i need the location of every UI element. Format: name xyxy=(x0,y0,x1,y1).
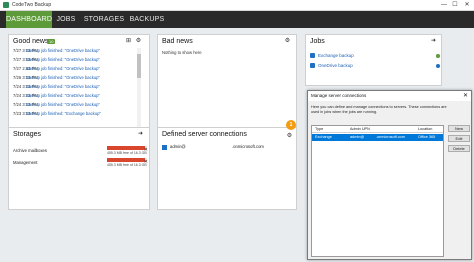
edit-button[interactable]: Edit xyxy=(448,135,470,142)
new-button[interactable]: New xyxy=(448,125,470,132)
job-status-indicator xyxy=(436,63,440,68)
good-news-count-badge: 10 xyxy=(47,39,56,44)
connections-grid[interactable]: Type Admin UPN Location Exchange admin@ … xyxy=(311,125,444,257)
bad-news-title: Bad news xyxy=(162,38,193,45)
job-status-indicator xyxy=(436,53,440,58)
column-admin-upn[interactable]: Admin UPN xyxy=(350,126,370,133)
good-news-scrollbar[interactable] xyxy=(137,48,141,130)
delete-button[interactable]: Delete xyxy=(448,145,470,152)
news-item[interactable]: 7/24 3:13 PM Backup job finished: "OneDr… xyxy=(13,92,141,100)
server-connections-panel: Defined server connections ⚙ admin@ .onm… xyxy=(157,127,297,210)
close-button[interactable]: ✕ xyxy=(462,1,472,9)
settings-gear-icon[interactable]: ⚙ xyxy=(284,38,291,45)
storage-item[interactable]: Management 455.3 MB free of 16.3 GB ✕ xyxy=(13,158,148,168)
settings-gear-icon[interactable]: ⚙ xyxy=(286,133,293,140)
news-item[interactable]: 7/24 3:13 PM Backup job finished: "OneDr… xyxy=(13,83,141,91)
main-navbar: DASHBOARD JOBS STORAGES BACKUPS xyxy=(0,11,474,28)
table-row[interactable]: Exchange admin@ .onmicrosoft.com Office … xyxy=(312,134,443,141)
onedrive-icon xyxy=(310,63,315,68)
app-logo-icon xyxy=(3,2,9,8)
job-item[interactable]: OneDrive backup xyxy=(310,61,440,70)
bad-news-empty-text: Nothing to show here xyxy=(162,50,202,55)
jobs-title: Jobs xyxy=(310,38,325,45)
tab-backups[interactable]: BACKUPS xyxy=(129,11,165,28)
tab-storages[interactable]: STORAGES xyxy=(83,11,125,28)
dismiss-icon[interactable]: ✕ xyxy=(144,147,148,153)
good-news-panel: Good news 10 ⊞ ⚙ 7/27 3:13 PM Backup job… xyxy=(8,34,150,131)
connection-item[interactable]: admin@ .onmicrosoft.com xyxy=(162,143,298,151)
clear-all-icon[interactable]: ⊞ xyxy=(125,38,132,45)
callout-badge: 1 xyxy=(286,120,296,130)
scrollbar-thumb[interactable] xyxy=(137,54,141,78)
window-title: CodeTwo Backup xyxy=(12,2,52,8)
maximize-button[interactable]: ☐ xyxy=(450,1,460,9)
news-item[interactable]: 7/26 3:13 PM Backup job finished: "OneDr… xyxy=(13,74,141,82)
minimize-button[interactable]: — xyxy=(439,1,449,9)
go-to-storages-arrow-icon[interactable]: ➜ xyxy=(137,131,144,138)
tab-dashboard[interactable]: DASHBOARD xyxy=(6,11,52,28)
dismiss-icon[interactable]: ✕ xyxy=(144,159,148,165)
go-to-jobs-arrow-icon[interactable]: ➜ xyxy=(430,38,437,45)
dialog-titlebar: Manage server connections ✕ xyxy=(308,91,471,101)
news-item[interactable]: 7/24 3:13 PM Backup job finished: "OneDr… xyxy=(13,101,141,109)
column-location[interactable]: Location xyxy=(418,126,432,133)
exchange-icon xyxy=(310,53,315,58)
dialog-close-icon[interactable]: ✕ xyxy=(463,92,468,99)
dialog-description: Here you can define and manage connectio… xyxy=(311,105,447,114)
server-connections-title: Defined server connections xyxy=(162,131,247,138)
bad-news-panel: Bad news ⚙ Nothing to show here xyxy=(157,34,297,131)
storage-item[interactable]: Archive mailboxes 455.3 MB free of 16.3 … xyxy=(13,146,148,156)
window-titlebar: CodeTwo Backup — ☐ ✕ xyxy=(0,0,474,11)
grid-header: Type Admin UPN Location xyxy=(312,126,443,133)
dialog-title: Manage server connections xyxy=(311,93,367,98)
tab-jobs[interactable]: JOBS xyxy=(54,11,78,28)
exchange-icon xyxy=(162,144,167,150)
storage-usage-bar xyxy=(107,158,147,162)
storage-usage-bar xyxy=(107,146,147,150)
job-item[interactable]: Exchange backup xyxy=(310,51,440,60)
column-type[interactable]: Type xyxy=(315,126,323,133)
news-item[interactable]: 7/27 3:13 PM Backup job finished: "OneDr… xyxy=(13,56,141,64)
storages-title: Storages xyxy=(13,131,42,138)
manage-connections-dialog: Manage server connections ✕ Here you can… xyxy=(307,90,472,260)
good-news-title: Good news xyxy=(13,38,49,45)
news-item[interactable]: 7/27 3:13 PM Backup job finished: "OneDr… xyxy=(13,47,141,55)
storages-panel: Storages ➜ Archive mailboxes 455.3 MB fr… xyxy=(8,127,150,210)
news-item[interactable]: 7/27 2:43 PM Backup job finished: "OneDr… xyxy=(13,65,141,73)
settings-gear-icon[interactable]: ⚙ xyxy=(135,38,142,45)
jobs-panel: Jobs ➜ Exchange backup OneDrive backup xyxy=(305,34,442,86)
news-item[interactable]: 7/23 3:13 PM Backup job finished: "Excha… xyxy=(13,110,141,118)
